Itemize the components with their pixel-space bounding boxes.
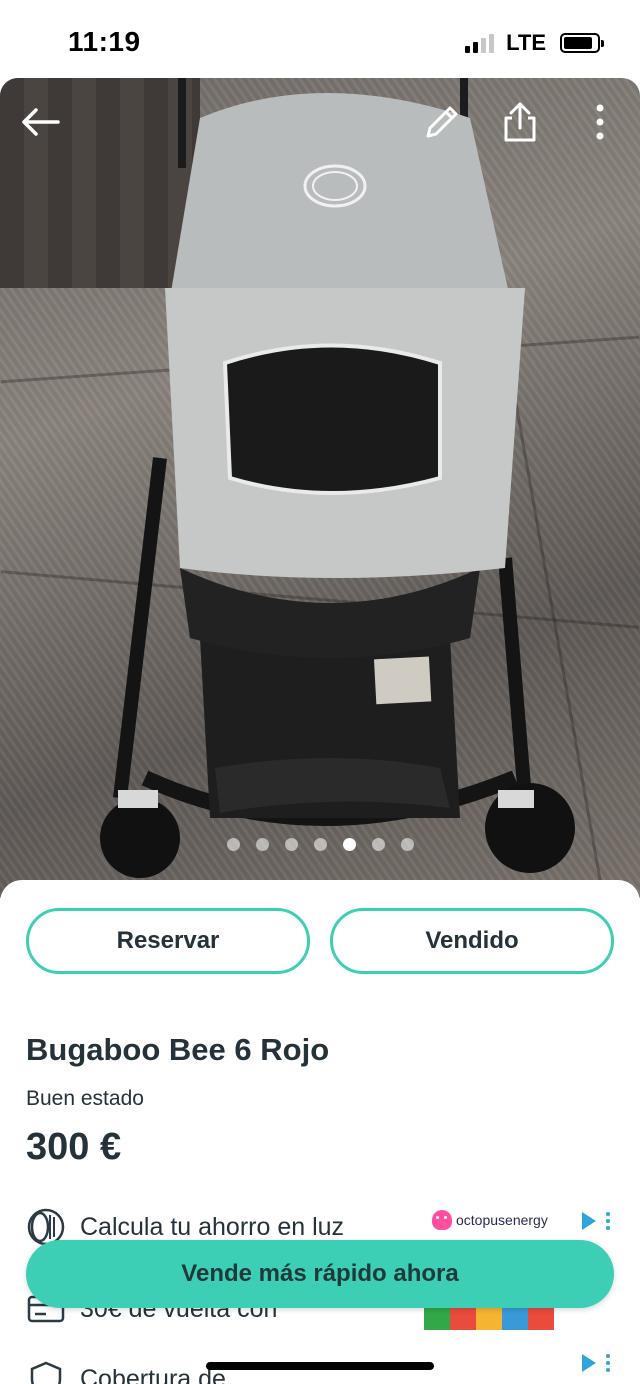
listing-actions: Reservar Vendido — [26, 908, 614, 974]
battery-icon — [560, 33, 604, 53]
share-button[interactable] — [496, 98, 544, 146]
octopus-energy-logo: octopusenergy — [432, 1210, 548, 1230]
ad-choices[interactable] — [582, 1212, 610, 1230]
sold-button[interactable]: Vendido — [330, 908, 614, 974]
back-button[interactable] — [16, 98, 64, 146]
status-indicators: LTE — [465, 30, 604, 56]
ad-more-icon — [606, 1354, 610, 1372]
more-vertical-icon — [596, 104, 604, 140]
ad-text: Calcula tu ahorro en luz — [80, 1212, 345, 1241]
listing-details-sheet: Reservar Vendido Bugaboo Bee 6 Rojo Buen… — [0, 880, 640, 1384]
pagination-dot-active[interactable] — [342, 838, 356, 851]
status-bar: 11:19 LTE — [0, 0, 640, 80]
pagination-dot[interactable] — [255, 838, 269, 851]
ad-more-icon — [606, 1212, 610, 1230]
stroller-image — [100, 78, 575, 878]
sell-faster-button[interactable]: Vende más rápido ahora — [26, 1240, 614, 1308]
ad-choices-play-icon — [582, 1212, 596, 1230]
network-label: LTE — [506, 30, 546, 55]
photo-toolbar — [0, 78, 640, 168]
status-time: 11:19 — [68, 26, 141, 57]
listing-condition: Buen estado — [26, 1087, 144, 1110]
listing-price: 300 € — [26, 1126, 122, 1168]
shield-icon — [26, 1359, 66, 1384]
signal-icon — [465, 33, 495, 53]
more-options-button[interactable] — [576, 98, 624, 146]
reserve-button[interactable]: Reservar — [26, 908, 310, 974]
pagination-dot[interactable] — [400, 838, 414, 851]
ad-choices[interactable] — [582, 1354, 610, 1372]
ad-text: Cobertura de — [80, 1364, 226, 1384]
share-icon — [504, 102, 536, 142]
edit-pencil-icon — [426, 106, 458, 138]
ad-choices-play-icon — [582, 1354, 596, 1372]
pagination-dot[interactable] — [226, 838, 240, 851]
pagination-dot[interactable] — [371, 838, 385, 851]
ad-brand-name: octopusenergy — [456, 1212, 548, 1228]
pagination-dot[interactable] — [284, 838, 298, 851]
pagination-dot[interactable] — [313, 838, 327, 851]
listing-title: Bugaboo Bee 6 Rojo — [26, 1032, 330, 1067]
edit-button[interactable] — [418, 98, 466, 146]
product-photo-carousel[interactable] — [0, 78, 640, 898]
carousel-pagination — [0, 838, 640, 851]
home-indicator[interactable] — [206, 1362, 434, 1370]
product-detail-screen: 11:19 LTE Reservar Vendido Bugaboo Bee 6… — [0, 0, 640, 1384]
back-arrow-icon — [22, 108, 60, 136]
